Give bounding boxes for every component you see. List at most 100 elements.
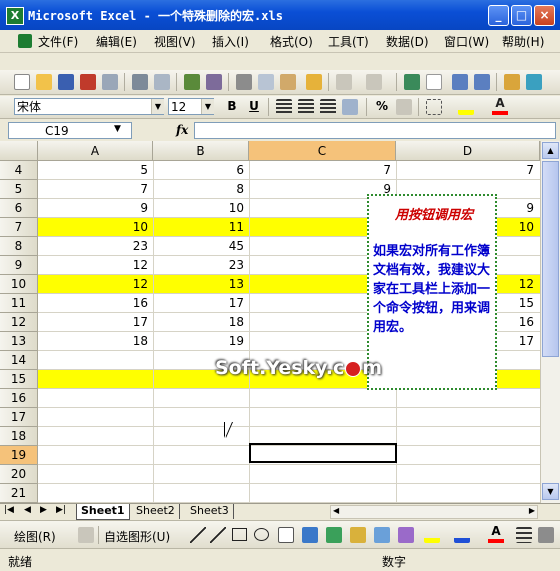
- font-size-dropdown-icon[interactable]: ▼: [201, 99, 214, 114]
- cell-a13[interactable]: 18: [38, 332, 148, 351]
- line-icon[interactable]: [190, 527, 206, 543]
- column-header-b[interactable]: B: [153, 141, 249, 161]
- picture-icon[interactable]: [374, 527, 390, 543]
- close-button[interactable]: ×: [534, 5, 555, 26]
- scroll-thumb[interactable]: [542, 161, 559, 357]
- font-color-icon[interactable]: A: [492, 97, 508, 115]
- autoshapes-menu[interactable]: 自选图形(U): [104, 528, 170, 545]
- new-icon[interactable]: [14, 74, 30, 90]
- cell-b5[interactable]: 8: [153, 180, 244, 199]
- cell-b12[interactable]: 18: [153, 313, 244, 332]
- cell-d4[interactable]: 7: [396, 161, 534, 180]
- autosum-icon[interactable]: [426, 74, 442, 90]
- row-header-18[interactable]: 18: [0, 427, 38, 446]
- research-icon[interactable]: [206, 74, 222, 90]
- active-cell-c19[interactable]: [249, 443, 397, 463]
- hscroll-right-icon[interactable]: ▶: [529, 506, 535, 515]
- menu-edit[interactable]: 编辑(E): [96, 33, 137, 50]
- draw-font-color-icon[interactable]: A: [488, 524, 504, 543]
- cell-a12[interactable]: 17: [38, 313, 148, 332]
- underline-button[interactable]: U: [246, 99, 262, 113]
- row-header-17[interactable]: 17: [0, 408, 38, 427]
- row-header-21[interactable]: 21: [0, 484, 38, 503]
- increase-decimal-icon[interactable]: [396, 99, 412, 115]
- arrow-icon[interactable]: [210, 527, 226, 543]
- align-right-icon[interactable]: [320, 99, 336, 115]
- print-preview-icon[interactable]: [154, 74, 170, 90]
- menu-view[interactable]: 视图(V): [154, 33, 196, 50]
- cell-b4[interactable]: 6: [153, 161, 244, 180]
- cell-a6[interactable]: 9: [38, 199, 148, 218]
- percent-button[interactable]: %: [374, 99, 390, 113]
- column-header-c[interactable]: C: [249, 141, 396, 161]
- open-icon[interactable]: [36, 74, 52, 90]
- hyperlink-icon[interactable]: [404, 74, 420, 90]
- cell-a9[interactable]: 12: [38, 256, 148, 275]
- column-header-d[interactable]: D: [396, 141, 540, 161]
- merge-center-icon[interactable]: [342, 99, 358, 115]
- align-left-icon[interactable]: [276, 99, 292, 115]
- redo-icon[interactable]: [366, 74, 382, 90]
- name-box-dropdown-icon[interactable]: ▼: [114, 124, 121, 134]
- wordart-icon[interactable]: [302, 527, 318, 543]
- tab-last-icon[interactable]: ▶|: [56, 505, 66, 515]
- sheet-tab-sheet1[interactable]: Sheet1: [76, 504, 130, 520]
- tab-prev-icon[interactable]: ◀: [24, 505, 31, 515]
- sheet-tab-sheet2[interactable]: Sheet2: [132, 504, 180, 519]
- paste-icon[interactable]: [280, 74, 296, 90]
- maximize-button[interactable]: □: [511, 5, 532, 26]
- row-header-5[interactable]: 5: [0, 180, 38, 199]
- column-header-a[interactable]: A: [38, 141, 153, 161]
- diagram-icon[interactable]: [326, 527, 342, 543]
- insert-function-icon[interactable]: fx: [176, 123, 188, 137]
- tab-first-icon[interactable]: |◀: [4, 505, 14, 515]
- email-icon[interactable]: [102, 74, 118, 90]
- format-painter-icon[interactable]: [306, 74, 322, 90]
- select-objects-icon[interactable]: [78, 527, 94, 543]
- font-name-combo[interactable]: 宋体: [14, 98, 164, 115]
- tab-next-icon[interactable]: ▶: [40, 505, 47, 515]
- cell-c4[interactable]: 7: [249, 161, 391, 180]
- cell-b10[interactable]: 13: [153, 275, 244, 294]
- insert-image-icon[interactable]: [398, 527, 414, 543]
- menu-tools[interactable]: 工具(T): [328, 33, 369, 50]
- row-header-6[interactable]: 6: [0, 199, 38, 218]
- row-header-12[interactable]: 12: [0, 313, 38, 332]
- macro-callout-textbox[interactable]: 用按钮调用宏 如果宏对所有工作簿文档有效，我建议大家在工具栏上添加一个命令按钮，…: [367, 194, 497, 390]
- sheet-tab-sheet3[interactable]: Sheet3: [186, 504, 234, 519]
- clip-art-icon[interactable]: [350, 527, 366, 543]
- row-header-13[interactable]: 13: [0, 332, 38, 351]
- align-center-icon[interactable]: [298, 99, 314, 115]
- row-header-16[interactable]: 16: [0, 389, 38, 408]
- borders-icon[interactable]: [426, 99, 442, 115]
- draw-fill-color-icon[interactable]: [424, 527, 440, 543]
- row-header-15[interactable]: 15: [0, 370, 38, 389]
- row-header-7[interactable]: 7: [0, 218, 38, 237]
- cut-icon[interactable]: [236, 74, 252, 90]
- menu-file[interactable]: 文件(F): [38, 33, 78, 50]
- save-icon[interactable]: [58, 74, 74, 90]
- menu-data[interactable]: 数据(D): [386, 33, 429, 50]
- hscroll-left-icon[interactable]: ◀: [333, 506, 339, 515]
- cell-b11[interactable]: 17: [153, 294, 244, 313]
- font-name-dropdown-icon[interactable]: ▼: [151, 99, 164, 114]
- menu-help[interactable]: 帮助(H): [502, 33, 544, 50]
- row-header-4[interactable]: 4: [0, 161, 38, 180]
- workbook-icon[interactable]: [18, 34, 32, 48]
- arrow-style-icon[interactable]: [538, 527, 554, 543]
- copy-icon[interactable]: [258, 74, 274, 90]
- print-icon[interactable]: [132, 74, 148, 90]
- row-header-8[interactable]: 8: [0, 237, 38, 256]
- menu-insert[interactable]: 插入(I): [212, 33, 249, 50]
- row-header-14[interactable]: 14: [0, 351, 38, 370]
- permission-icon[interactable]: [80, 74, 96, 90]
- menu-window[interactable]: 窗口(W): [444, 33, 489, 50]
- row-header-19[interactable]: 19: [0, 446, 38, 465]
- row-header-20[interactable]: 20: [0, 465, 38, 484]
- cell-b6[interactable]: 10: [153, 199, 244, 218]
- chart-wizard-icon[interactable]: [504, 74, 520, 90]
- sort-ascending-icon[interactable]: [452, 74, 468, 90]
- minimize-button[interactable]: _: [488, 5, 509, 26]
- cell-a4[interactable]: 5: [38, 161, 148, 180]
- scroll-down-button[interactable]: ▼: [542, 483, 559, 500]
